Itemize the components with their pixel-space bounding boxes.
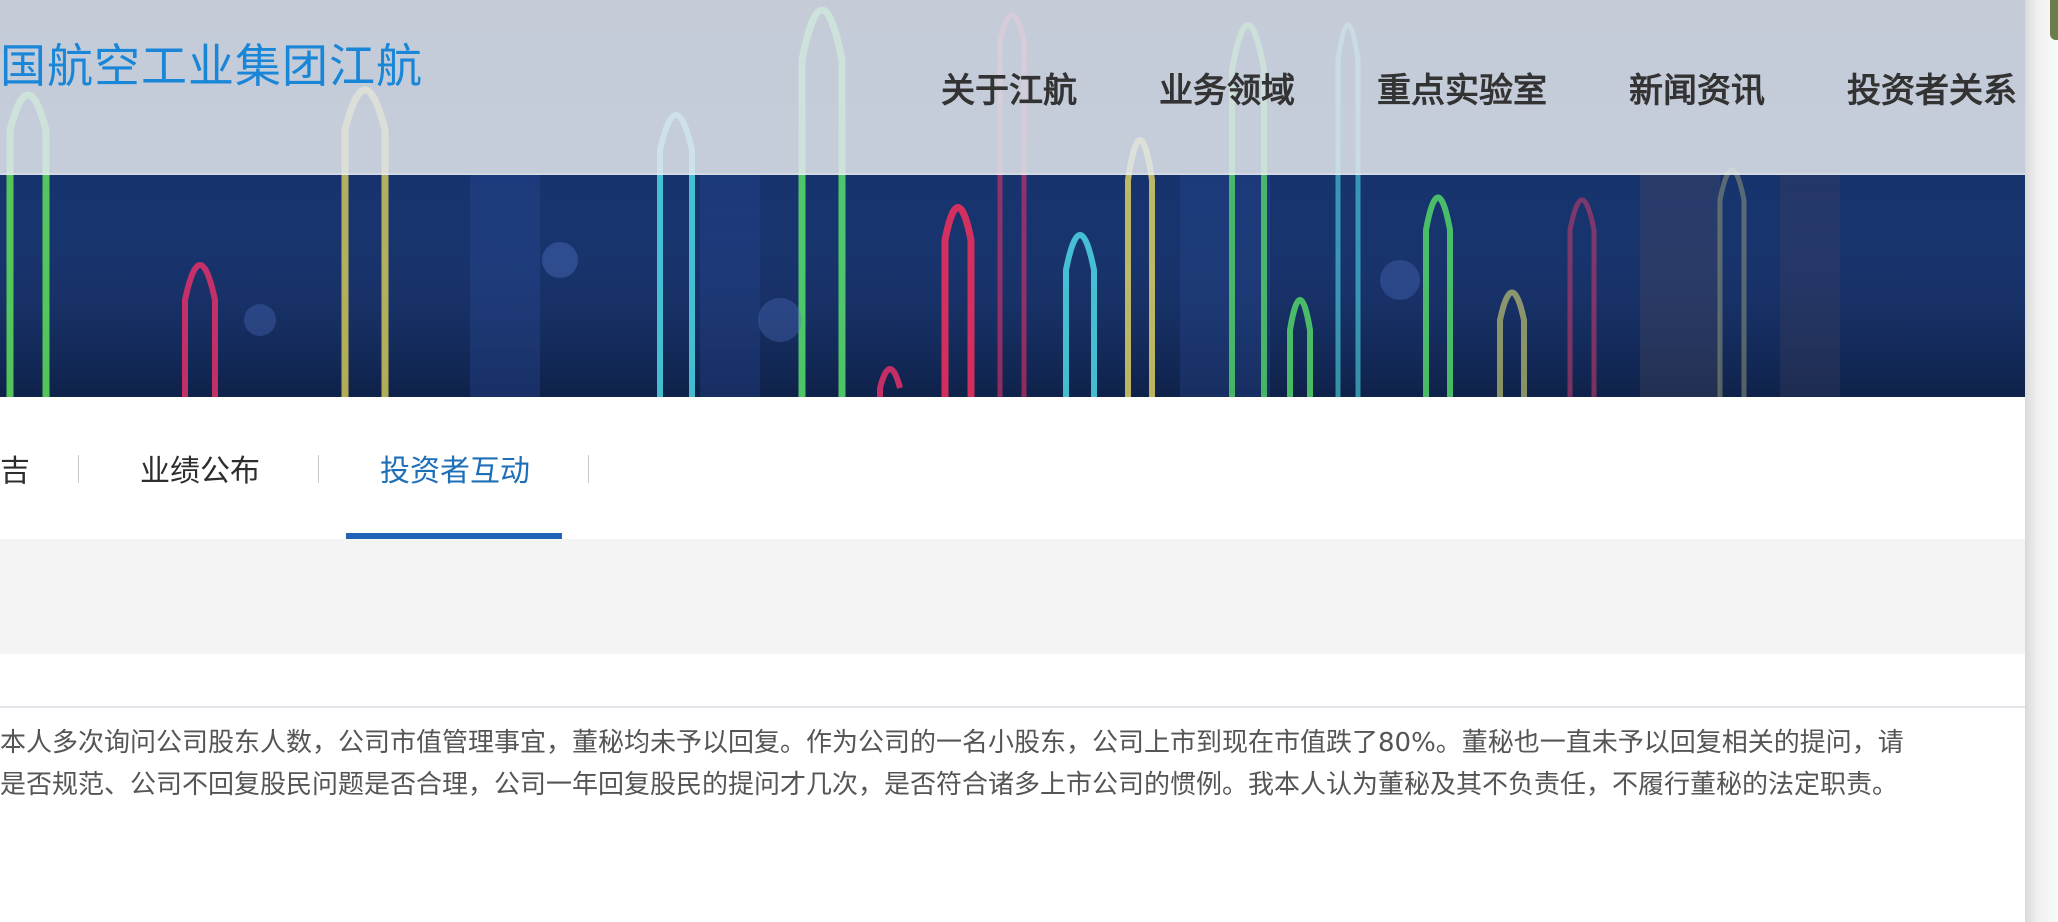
- nav-item-business[interactable]: 业务领域: [1159, 63, 1295, 112]
- nav-item-investor-relations[interactable]: 投资者关系: [1847, 63, 2017, 112]
- qa-question-text: 本人多次询问公司股东人数，公司市值管理事宜，董秘均未予以回复。作为公司的一名小股…: [0, 722, 2025, 806]
- site-logo-text[interactable]: 国航空工业集团江航: [0, 30, 423, 96]
- sub-navigation: 吉 业绩公布 投资者互动: [0, 397, 2025, 539]
- main-nav: 关于江航 业务领域 重点实验室 新闻资讯 投资者关系: [859, 63, 2017, 112]
- nav-item-laboratory[interactable]: 重点实验室: [1377, 63, 1547, 112]
- question-line: 是否规范、公司不回复股民问题是否合理，公司一年回复股民的提问才几次，是否符合诸多…: [0, 770, 1899, 800]
- tab-announcement[interactable]: 吉: [0, 397, 30, 539]
- tab-separator: [588, 455, 589, 483]
- tab-results[interactable]: 业绩公布: [140, 397, 260, 539]
- content-divider: [0, 706, 2025, 708]
- tab-investor-interaction[interactable]: 投资者互动: [380, 397, 530, 539]
- nav-item-about[interactable]: 关于江航: [941, 63, 1077, 112]
- site-header: 国航空工业集团江航 关于江航 业务领域 重点实验室 新闻资讯 投资者关系: [0, 0, 2025, 175]
- nav-item-news[interactable]: 新闻资讯: [1629, 63, 1765, 112]
- tab-separator: [318, 455, 319, 483]
- hero-banner: 国航空工业集团江航 关于江航 业务领域 重点实验室 新闻资讯 投资者关系: [0, 0, 2025, 397]
- filter-band: [0, 539, 2025, 654]
- edge-thumbnail: [2050, 0, 2058, 40]
- question-line: 本人多次询问公司股东人数，公司市值管理事宜，董秘均未予以回复。作为公司的一名小股…: [0, 728, 1904, 758]
- window-edge: [2025, 0, 2058, 922]
- tab-separator: [78, 455, 79, 483]
- page: 国航空工业集团江航 关于江航 业务领域 重点实验室 新闻资讯 投资者关系 吉 业…: [0, 0, 2025, 922]
